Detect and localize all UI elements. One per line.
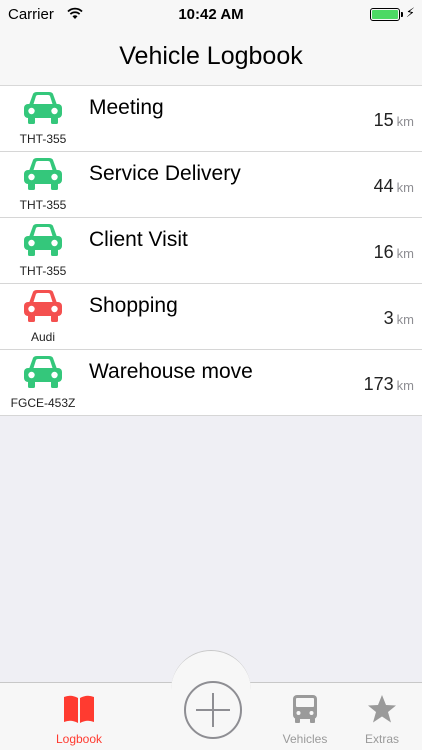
book-icon [62, 694, 96, 729]
distance-unit: km [396, 180, 414, 195]
add-entry-button[interactable] [183, 680, 243, 740]
distance-unit: km [396, 246, 414, 261]
tab-label-vehicles: Vehicles [282, 732, 328, 746]
distance-value: 16 [373, 242, 394, 262]
trip-row[interactable]: THT-355 Client Visit 16 km [0, 218, 422, 284]
car-icon [21, 156, 65, 192]
trip-title: Service Delivery [89, 162, 241, 185]
trip-row[interactable]: THT-355 Meeting 15 km [0, 86, 422, 152]
trip-distance: 3 km [384, 308, 414, 329]
tab-bar: Logbook Vehicles Extras [0, 650, 422, 750]
battery-tip [401, 12, 403, 17]
trip-list: THT-355 Meeting 15 km THT-355 Service Deliver… [0, 86, 422, 416]
trip-row[interactable]: THT-355 Service Delivery 44 km [0, 152, 422, 218]
trip-row[interactable]: FGCE-453Z Warehouse move 173 km [0, 350, 422, 416]
distance-value: 44 [373, 176, 394, 196]
tab-label-extras: Extras [364, 732, 399, 746]
distance-unit: km [396, 114, 414, 129]
tab-logbook[interactable]: Logbook [40, 682, 118, 750]
status-time: 10:42 AM [178, 6, 244, 23]
distance-value: 3 [383, 308, 394, 328]
status-bar: Carrier 10:42 AM ⚡ [0, 0, 422, 30]
tab-extras[interactable]: Extras [352, 682, 412, 750]
tab-label-logbook: Logbook [55, 732, 103, 746]
bus-icon [291, 694, 319, 729]
nav-bar: Vehicle Logbook [0, 30, 422, 86]
car-icon [21, 90, 65, 126]
distance-unit: km [396, 378, 414, 393]
trip-distance: 44 km [374, 176, 414, 197]
car-icon [21, 354, 65, 390]
battery-icon [370, 8, 400, 21]
page-title: Vehicle Logbook [119, 42, 303, 70]
vehicle-plate: THT-355 [19, 264, 67, 278]
distance-value: 173 [363, 374, 394, 394]
plus-icon [184, 681, 242, 739]
trip-distance: 15 km [374, 110, 414, 131]
vehicle-plate: Audi [30, 330, 56, 344]
trip-title: Shopping [89, 294, 178, 317]
distance-unit: km [396, 312, 414, 327]
car-icon [21, 288, 65, 324]
vehicle-plate: THT-355 [19, 198, 67, 212]
charging-icon: ⚡ [405, 5, 415, 20]
star-icon [367, 694, 397, 729]
distance-value: 15 [373, 110, 394, 130]
car-icon [21, 222, 65, 258]
vehicle-plate: FGCE-453Z [10, 396, 76, 410]
trip-distance: 173 km [364, 374, 414, 395]
trip-distance: 16 km [374, 242, 414, 263]
trip-title: Warehouse move [89, 360, 253, 383]
trip-title: Client Visit [89, 228, 188, 251]
trip-row[interactable]: Audi Shopping 3 km [0, 284, 422, 350]
vehicle-plate: THT-355 [19, 132, 67, 146]
tab-vehicles[interactable]: Vehicles [272, 682, 338, 750]
trip-title: Meeting [89, 96, 164, 119]
